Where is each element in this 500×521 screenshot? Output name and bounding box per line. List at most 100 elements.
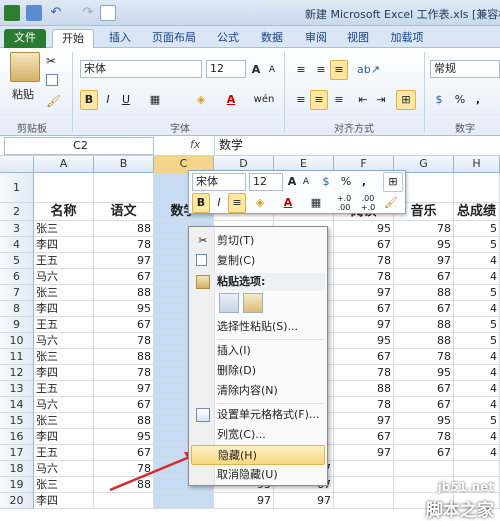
- table-cell[interactable]: 4: [454, 301, 500, 317]
- row-header[interactable]: 1: [0, 173, 34, 203]
- row-header[interactable]: 20: [0, 493, 34, 509]
- table-cell[interactable]: [334, 477, 394, 493]
- table-cell[interactable]: 4: [454, 365, 500, 381]
- formula-input[interactable]: 数学: [214, 136, 500, 155]
- table-cell[interactable]: [394, 461, 454, 477]
- table-cell[interactable]: 李四: [34, 493, 94, 509]
- table-cell[interactable]: 95: [334, 221, 394, 237]
- tab-file[interactable]: 文件: [4, 29, 46, 48]
- table-cell[interactable]: 4: [454, 253, 500, 269]
- menu-item-paste-special[interactable]: 选择性粘贴(S)...: [191, 317, 325, 337]
- row-header[interactable]: 6: [0, 269, 34, 285]
- number-format-combo[interactable]: 常规: [430, 60, 500, 78]
- table-cell[interactable]: 67: [394, 381, 454, 397]
- shrink-font-button[interactable]: A: [264, 60, 280, 80]
- mini-font-color-icon[interactable]: A: [277, 193, 299, 213]
- grow-font-button[interactable]: A: [248, 60, 264, 80]
- customize-icon[interactable]: [100, 5, 116, 21]
- table-cell[interactable]: 4: [454, 429, 500, 445]
- table-cell[interactable]: 马六: [34, 269, 94, 285]
- mini-size-combo[interactable]: 12: [249, 173, 283, 191]
- table-cell[interactable]: 李四: [34, 237, 94, 253]
- name-box[interactable]: C2: [4, 137, 154, 155]
- align-center-icon[interactable]: ≡: [310, 90, 328, 110]
- mini-accounting-icon[interactable]: $: [317, 172, 335, 192]
- table-cell[interactable]: 名称: [34, 203, 94, 221]
- table-cell[interactable]: 88: [94, 413, 154, 429]
- table-cell[interactable]: 67: [334, 301, 394, 317]
- table-cell[interactable]: 李四: [34, 365, 94, 381]
- column-header[interactable]: A: [34, 156, 94, 173]
- undo-icon[interactable]: ↶: [48, 5, 64, 21]
- table-cell[interactable]: 78: [334, 365, 394, 381]
- table-cell[interactable]: 95: [334, 333, 394, 349]
- menu-item-hide[interactable]: 隐藏(H): [191, 445, 325, 465]
- column-header[interactable]: B: [94, 156, 154, 173]
- redo-icon[interactable]: ↷: [80, 5, 96, 21]
- table-cell[interactable]: 97: [334, 317, 394, 333]
- row-header[interactable]: 17: [0, 445, 34, 461]
- indent-increase-icon[interactable]: ⇥: [372, 90, 390, 110]
- table-cell[interactable]: 5: [454, 413, 500, 429]
- row-header[interactable]: 15: [0, 413, 34, 429]
- merge-center-icon[interactable]: ⊞: [396, 90, 416, 110]
- align-top-icon[interactable]: ≡: [292, 60, 310, 80]
- table-cell[interactable]: 78: [94, 237, 154, 253]
- table-cell[interactable]: 88: [94, 349, 154, 365]
- table-cell[interactable]: 88: [94, 221, 154, 237]
- table-cell[interactable]: 5: [454, 333, 500, 349]
- table-cell[interactable]: [454, 461, 500, 477]
- format-painter-icon[interactable]: 🖌: [46, 94, 61, 108]
- table-cell[interactable]: [334, 493, 394, 509]
- table-cell[interactable]: 5: [454, 317, 500, 333]
- menu-item-clear-contents[interactable]: 清除内容(N): [191, 381, 325, 401]
- menu-item-copy[interactable]: 复制(C): [191, 251, 325, 271]
- table-cell[interactable]: 语文: [94, 203, 154, 221]
- copy-icon[interactable]: [46, 74, 58, 86]
- table-cell[interactable]: 78: [94, 365, 154, 381]
- table-cell[interactable]: 95: [394, 237, 454, 253]
- border-icon[interactable]: ▦: [146, 90, 164, 110]
- table-cell[interactable]: 王五: [34, 253, 94, 269]
- table-cell[interactable]: 张三: [34, 349, 94, 365]
- row-header[interactable]: 14: [0, 397, 34, 413]
- paste-icon[interactable]: [10, 52, 40, 82]
- table-cell[interactable]: [94, 173, 154, 203]
- table-cell[interactable]: 67: [334, 349, 394, 365]
- mini-format-painter-icon[interactable]: 🖌: [381, 193, 401, 213]
- menu-item-format-cells[interactable]: 设置单元格格式(F)...: [191, 405, 325, 425]
- table-cell[interactable]: 67: [334, 237, 394, 253]
- font-size-combo[interactable]: 12: [206, 60, 246, 78]
- table-cell[interactable]: 78: [394, 429, 454, 445]
- menu-item-unhide[interactable]: 取消隐藏(U): [191, 465, 325, 485]
- table-cell[interactable]: 王五: [34, 445, 94, 461]
- row-header[interactable]: 8: [0, 301, 34, 317]
- fx-icon[interactable]: fx: [190, 138, 200, 151]
- table-cell[interactable]: 马六: [34, 461, 94, 477]
- save-icon[interactable]: [26, 5, 42, 21]
- align-middle-icon[interactable]: ≡: [312, 60, 330, 80]
- align-left-icon[interactable]: ≡: [292, 90, 310, 110]
- table-cell[interactable]: 马六: [34, 333, 94, 349]
- table-cell[interactable]: 97: [334, 285, 394, 301]
- mini-grow-font-button[interactable]: A: [285, 172, 299, 192]
- select-all-corner[interactable]: [0, 156, 34, 173]
- table-cell[interactable]: 97: [94, 253, 154, 269]
- table-cell[interactable]: 97: [214, 493, 274, 509]
- table-cell[interactable]: 78: [334, 269, 394, 285]
- table-cell[interactable]: [454, 173, 500, 203]
- menu-item-insert[interactable]: 插入(I): [191, 341, 325, 361]
- italic-button[interactable]: I: [100, 90, 116, 110]
- table-cell[interactable]: 67: [94, 397, 154, 413]
- underline-button[interactable]: U: [118, 90, 134, 110]
- table-cell[interactable]: 88: [394, 333, 454, 349]
- row-header[interactable]: 18: [0, 461, 34, 477]
- table-cell[interactable]: 67: [394, 397, 454, 413]
- table-cell[interactable]: 张三: [34, 221, 94, 237]
- row-header[interactable]: 5: [0, 253, 34, 269]
- mini-bold-button[interactable]: B: [192, 193, 210, 213]
- bold-button[interactable]: B: [80, 90, 98, 110]
- mini-percent-button[interactable]: %: [339, 172, 353, 192]
- tab-view[interactable]: 视图: [338, 29, 378, 48]
- table-cell[interactable]: 4: [454, 397, 500, 413]
